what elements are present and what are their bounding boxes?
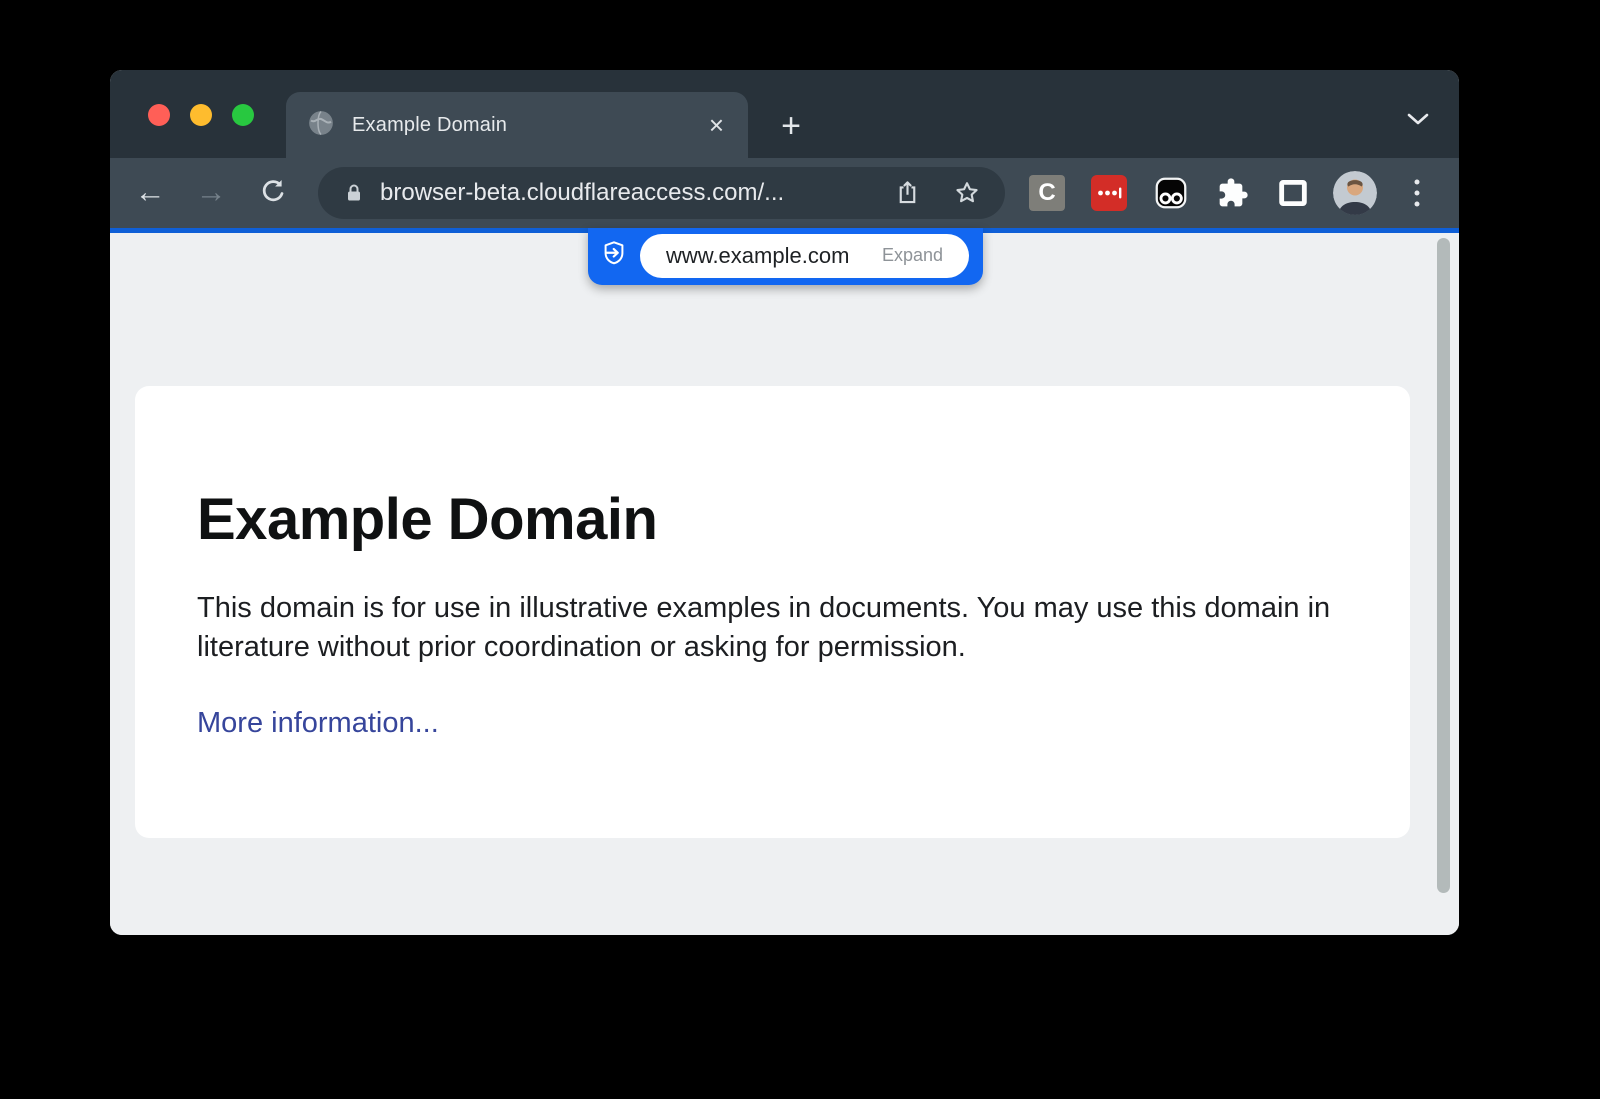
profile-avatar[interactable] xyxy=(1333,171,1377,215)
extension-panda-icon[interactable] xyxy=(1153,175,1189,211)
page-viewport: www.example.com Expand Example Domain Th… xyxy=(110,233,1459,935)
extension-c-label: C xyxy=(1038,179,1055,207)
page-title: Example Domain xyxy=(197,486,1350,553)
url-text: browser-beta.cloudflareaccess.com/... xyxy=(380,179,784,207)
side-panel-icon[interactable] xyxy=(1275,175,1311,211)
new-tab-button[interactable]: + xyxy=(771,104,811,148)
content-card: Example Domain This domain is for use in… xyxy=(135,386,1410,838)
extension-c-icon[interactable]: C xyxy=(1029,175,1065,211)
bookmark-star-icon[interactable] xyxy=(953,179,981,212)
browser-window: Example Domain × + ← → xyxy=(110,70,1459,935)
isolation-pill[interactable]: www.example.com Expand xyxy=(588,228,983,285)
expand-button[interactable]: Expand xyxy=(882,245,943,266)
more-information-link[interactable]: More information... xyxy=(197,707,439,740)
page-paragraph: This domain is for use in illustrative e… xyxy=(197,589,1347,667)
extensions-puzzle-icon[interactable] xyxy=(1215,175,1251,211)
address-bar[interactable]: browser-beta.cloudflareaccess.com/... xyxy=(318,167,1005,219)
globe-favicon-icon xyxy=(306,108,336,143)
tab-search-chevron-icon[interactable] xyxy=(1407,112,1429,130)
tab-example-domain[interactable]: Example Domain × xyxy=(286,92,748,158)
isolation-pill-inner: www.example.com Expand xyxy=(640,234,969,278)
forward-button[interactable]: → xyxy=(193,172,229,212)
back-button[interactable]: ← xyxy=(132,172,168,212)
zoom-window-button[interactable] xyxy=(232,104,254,126)
minimize-window-button[interactable] xyxy=(190,104,212,126)
extension-lastpass-icon[interactable] xyxy=(1091,175,1127,211)
lock-icon[interactable] xyxy=(342,181,366,210)
tab-close-icon[interactable]: × xyxy=(705,112,728,138)
reload-button[interactable] xyxy=(255,172,291,212)
screenshot-background: Example Domain × + ← → xyxy=(0,0,1600,1099)
scrollbar-thumb[interactable] xyxy=(1437,238,1450,893)
tab-strip: Example Domain × + xyxy=(110,70,1459,158)
tab-title: Example Domain xyxy=(352,114,705,137)
toolbar: ← → browser-beta.cloudflareaccess.com/..… xyxy=(110,158,1459,228)
close-window-button[interactable] xyxy=(148,104,170,126)
shield-arrow-icon xyxy=(600,239,628,272)
browser-menu-icon[interactable] xyxy=(1399,175,1435,211)
isolated-domain-text: www.example.com xyxy=(666,243,849,269)
share-icon[interactable] xyxy=(894,179,921,211)
window-controls xyxy=(148,104,254,126)
